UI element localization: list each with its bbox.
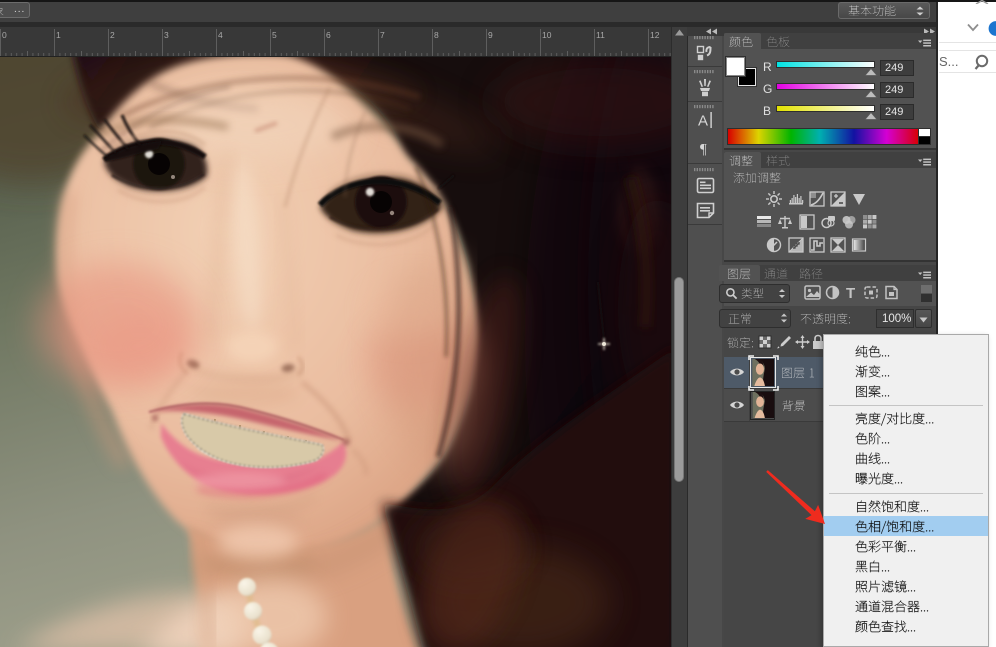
svg-text:A: A — [698, 113, 708, 130]
svg-text:¶: ¶ — [700, 142, 707, 157]
